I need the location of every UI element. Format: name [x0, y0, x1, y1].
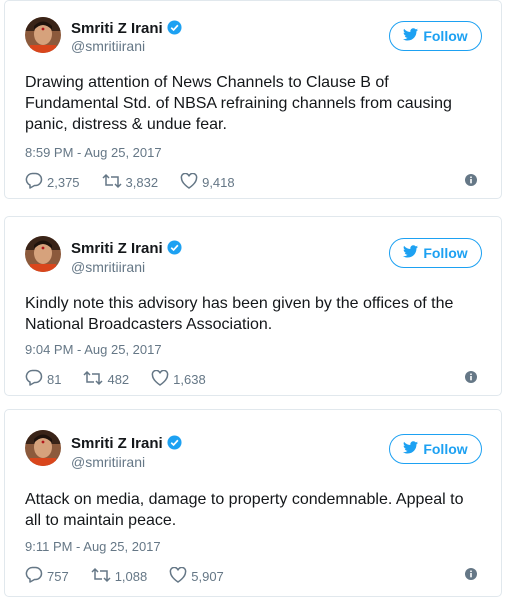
user-handle[interactable]: @smritiirani	[71, 454, 145, 470]
reply-icon	[25, 369, 43, 389]
follow-button[interactable]: Follow	[389, 434, 482, 464]
tweet-text: Drawing attention of News Channels to Cl…	[25, 74, 452, 133]
tweet-actions: 2,375 3,832 9,418	[25, 172, 481, 192]
retweet-button[interactable]: 482	[83, 370, 129, 389]
like-count: 5,907	[191, 568, 224, 584]
retweet-count: 3,832	[125, 174, 159, 190]
reply-count: 757	[47, 568, 69, 584]
heart-icon	[169, 566, 187, 586]
display-name[interactable]: Smriti Z Irani	[71, 240, 182, 259]
like-count: 9,418	[202, 174, 235, 190]
follow-button[interactable]: Follow	[389, 21, 482, 51]
user-handle[interactable]: @smritiirani	[71, 259, 145, 275]
like-button[interactable]: 5,907	[169, 566, 224, 586]
retweet-icon	[91, 567, 111, 586]
heart-icon	[151, 369, 169, 389]
tweet-card: Smriti Z Irani @smritiirani Follow Attac…	[4, 409, 502, 597]
reply-count: 2,375	[47, 174, 80, 190]
user-handle[interactable]: @smritiirani	[71, 38, 145, 54]
follow-label: Follow	[423, 28, 468, 44]
tweet-actions: 757 1,088 5,907	[25, 566, 481, 586]
verified-icon	[167, 435, 182, 454]
retweet-icon	[83, 370, 103, 389]
retweet-button[interactable]: 1,088	[91, 567, 148, 586]
info-icon[interactable]	[465, 568, 477, 583]
tweet-timestamp[interactable]: 9:11 PM - Aug 25, 2017	[25, 539, 161, 554]
twitter-bird-icon	[403, 441, 419, 457]
tweet-card: Smriti Z Irani @smritiirani Follow Kindl…	[4, 216, 502, 396]
like-button[interactable]: 9,418	[180, 172, 235, 192]
follow-label: Follow	[423, 441, 468, 457]
avatar[interactable]	[25, 430, 61, 466]
follow-button[interactable]: Follow	[389, 238, 482, 268]
tweet-text: Kindly note this advisory has been given…	[25, 295, 454, 333]
like-count: 1,638	[173, 371, 206, 387]
twitter-bird-icon	[403, 245, 419, 261]
tweet-text: Attack on media, damage to property cond…	[25, 491, 464, 529]
info-icon[interactable]	[465, 174, 477, 189]
tweet-timestamp[interactable]: 8:59 PM - Aug 25, 2017	[25, 145, 162, 160]
reply-count: 81	[47, 371, 62, 387]
retweet-icon	[102, 173, 122, 192]
reply-icon	[25, 172, 43, 192]
reply-button[interactable]: 81	[25, 369, 61, 389]
tweet-timestamp[interactable]: 9:04 PM - Aug 25, 2017	[25, 342, 162, 357]
retweet-count: 1,088	[114, 568, 148, 584]
verified-icon	[167, 240, 182, 259]
twitter-bird-icon	[403, 28, 419, 44]
info-icon[interactable]	[465, 371, 477, 386]
avatar[interactable]	[25, 236, 61, 272]
display-name[interactable]: Smriti Z Irani	[71, 20, 182, 39]
reply-icon	[25, 566, 43, 586]
tweet-actions: 81 482 1,638	[25, 369, 481, 389]
reply-button[interactable]: 2,375	[25, 172, 80, 192]
retweet-button[interactable]: 3,832	[102, 173, 159, 192]
retweet-count: 482	[107, 371, 130, 387]
reply-button[interactable]: 757	[25, 566, 69, 586]
heart-icon	[180, 172, 198, 192]
display-name[interactable]: Smriti Z Irani	[71, 435, 182, 454]
avatar[interactable]	[25, 17, 61, 53]
tweet-card: Smriti Z Irani @smritiirani Follow Drawi…	[4, 0, 502, 199]
verified-icon	[167, 20, 182, 39]
like-button[interactable]: 1,638	[151, 369, 206, 389]
follow-label: Follow	[423, 245, 468, 261]
